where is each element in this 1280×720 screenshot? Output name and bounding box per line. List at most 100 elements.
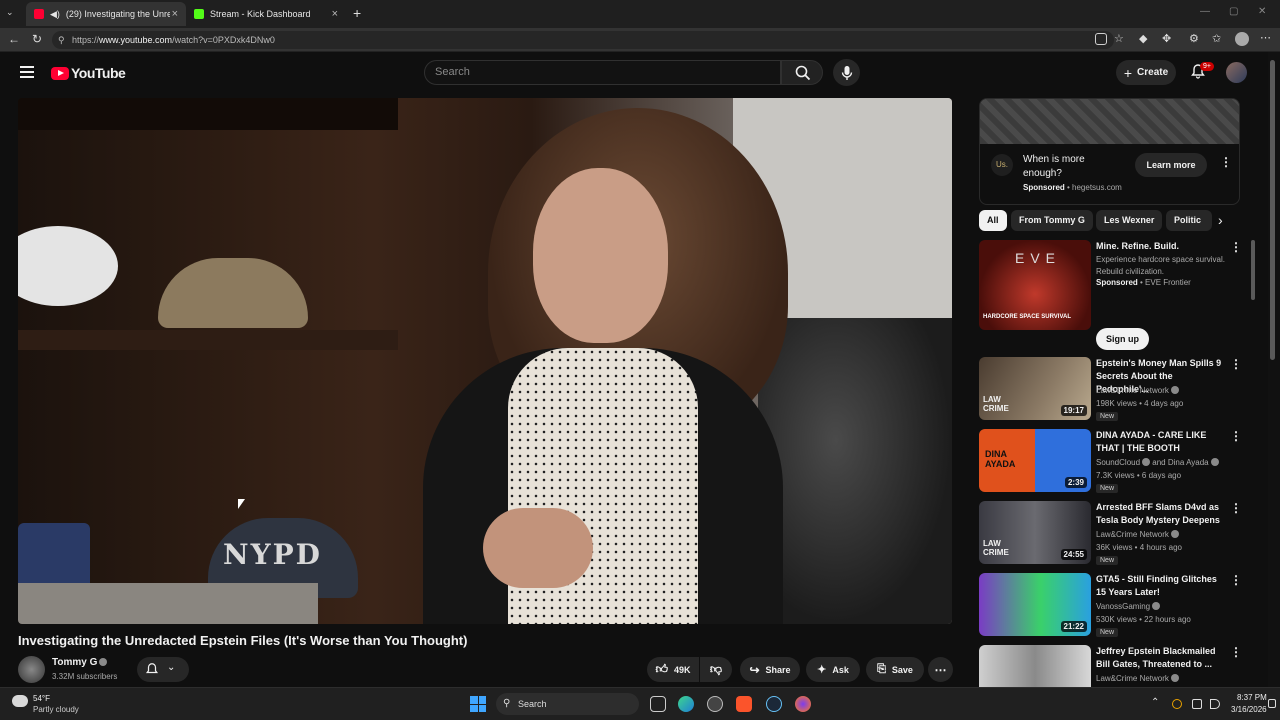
clock-time[interactable]: 8:37 PM bbox=[1237, 693, 1267, 702]
tab-list-dropdown[interactable]: ⌄ bbox=[6, 7, 14, 18]
verified-icon bbox=[1210, 458, 1219, 466]
rec-thumbnail[interactable]: 21:22 bbox=[979, 573, 1091, 636]
sponsored-line: Sponsored • EVE Frontier bbox=[1096, 278, 1191, 287]
browser-menu-icon[interactable]: ⋯ bbox=[1260, 31, 1271, 44]
chip-les-wexner[interactable]: Les Wexner bbox=[1096, 210, 1163, 231]
extensions-puzzle-icon[interactable]: ✥ bbox=[1162, 32, 1171, 45]
tray-overflow-chevron-icon[interactable]: ⌃ bbox=[1151, 697, 1159, 708]
sign-up-button[interactable]: Sign up bbox=[1096, 328, 1149, 350]
sidebar-scrollbar[interactable] bbox=[1251, 240, 1255, 300]
weather-description[interactable]: Partly cloudy bbox=[33, 705, 79, 714]
like-button[interactable]: 👍︎ 49K bbox=[647, 657, 699, 682]
menu-icon[interactable] bbox=[20, 66, 34, 78]
page-scrollbar-thumb[interactable] bbox=[1270, 60, 1275, 360]
start-button[interactable] bbox=[470, 696, 486, 712]
chip-all[interactable]: All bbox=[979, 210, 1007, 231]
site-info-icon[interactable]: ⚲ bbox=[58, 31, 65, 49]
create-button[interactable]: + Create bbox=[1116, 60, 1176, 85]
rec-more-icon[interactable]: ⋮ bbox=[1230, 645, 1242, 659]
steam-icon[interactable] bbox=[766, 696, 782, 712]
search-input[interactable]: Search bbox=[424, 60, 781, 85]
rec-more-icon[interactable]: ⋮ bbox=[1230, 429, 1242, 443]
minimize-icon[interactable]: — bbox=[1200, 6, 1210, 17]
browser-tab-kick[interactable]: Stream - Kick Dashboard × bbox=[186, 2, 346, 26]
weather-temperature[interactable]: 54°F bbox=[33, 694, 50, 703]
ad-sponsor-line: Sponsored • hegetsus.com bbox=[1023, 183, 1122, 192]
extension-icon[interactable]: ◆ bbox=[1139, 32, 1147, 45]
taskbar-search[interactable]: ⚲ Search bbox=[496, 693, 639, 715]
verified-icon bbox=[1142, 458, 1151, 466]
rec-meta: 198K views • 4 days ago bbox=[1096, 399, 1184, 408]
reload-icon[interactable]: ↻ bbox=[32, 32, 42, 46]
close-window-icon[interactable]: ✕ bbox=[1258, 6, 1266, 17]
thumbnail-text: LAW CRIME bbox=[983, 539, 1009, 557]
url-field[interactable]: ⚲ https://www.youtube.com/watch?v=0PXDxk… bbox=[52, 31, 1114, 49]
learn-more-button[interactable]: Learn more bbox=[1135, 153, 1207, 177]
display-tray-icon[interactable] bbox=[1192, 699, 1202, 709]
sponsored-thumbnail[interactable]: EVE HARDCORE SPACE SURVIVAL bbox=[979, 240, 1091, 330]
close-tab-icon[interactable]: × bbox=[172, 8, 178, 20]
url-host: www.youtube.com bbox=[99, 35, 173, 45]
video-scene-cap bbox=[158, 258, 308, 328]
rec-thumbnail[interactable]: DINA AYADA 2:39 bbox=[979, 429, 1091, 492]
close-tab-icon[interactable]: × bbox=[332, 8, 338, 20]
rec-thumbnail[interactable]: LAW CRIME 19:17 bbox=[979, 357, 1091, 420]
rec-thumbnail[interactable]: LAW CRIME 24:55 bbox=[979, 501, 1091, 564]
rec-thumbnail[interactable] bbox=[979, 645, 1091, 687]
chips-next-arrow-icon[interactable]: › bbox=[1218, 212, 1223, 228]
security-icon[interactable]: ⚙ bbox=[1189, 32, 1199, 45]
audio-icon[interactable]: ◀) bbox=[50, 9, 60, 20]
rec-more-icon[interactable]: ⋮ bbox=[1230, 357, 1242, 371]
brave-browser-icon[interactable] bbox=[736, 696, 752, 712]
thumbnail-text: DINA AYADA bbox=[985, 449, 1016, 469]
more-actions-button[interactable]: ⋯ bbox=[928, 657, 953, 682]
weather-cloud-icon[interactable] bbox=[12, 695, 28, 707]
profile-icon[interactable] bbox=[1235, 32, 1249, 46]
notification-count-badge: 9+ bbox=[1200, 62, 1214, 71]
dislike-button[interactable]: 👎︎ bbox=[700, 657, 732, 682]
rec-title[interactable]: Arrested BFF Slams D4vd as Tesla Body My… bbox=[1096, 501, 1226, 527]
maximize-icon[interactable]: ▢ bbox=[1229, 6, 1238, 17]
volume-tray-icon[interactable] bbox=[1210, 699, 1220, 709]
search-button[interactable] bbox=[781, 60, 823, 85]
rec-title[interactable]: GTA5 - Still Finding Glitches 15 Years L… bbox=[1096, 573, 1226, 599]
back-icon[interactable]: ← bbox=[8, 32, 20, 46]
rec-title[interactable]: DINA AYADA - CARE LIKE THAT | THE BOOTH bbox=[1096, 429, 1226, 455]
subscription-bell-button[interactable]: ⌄ bbox=[137, 657, 189, 682]
video-player[interactable]: NYPD bbox=[18, 98, 952, 624]
chip-politics[interactable]: Politic bbox=[1166, 210, 1212, 231]
channel-avatar[interactable] bbox=[18, 656, 45, 683]
share-button[interactable]: ↪ Share bbox=[740, 657, 800, 682]
favorite-star-icon[interactable]: ☆ bbox=[1114, 32, 1124, 45]
firefox-icon[interactable] bbox=[795, 696, 811, 712]
video-scene-shelf-top bbox=[18, 98, 398, 130]
task-view-icon[interactable] bbox=[650, 696, 666, 712]
channel-name[interactable]: Tommy G bbox=[52, 657, 108, 668]
notification-center-icon[interactable] bbox=[1268, 699, 1276, 708]
app-icon[interactable] bbox=[707, 696, 723, 712]
chip-from-tommy-g[interactable]: From Tommy G bbox=[1011, 210, 1093, 231]
clock-date[interactable]: 3/16/2026 bbox=[1231, 705, 1267, 714]
youtube-logo[interactable]: YouTube bbox=[51, 65, 126, 81]
new-badge: New bbox=[1096, 412, 1119, 421]
sponsored-title[interactable]: Mine. Refine. Build. bbox=[1096, 240, 1226, 253]
rec-title[interactable]: Jeffrey Epstein Blackmailed Bill Gates, … bbox=[1096, 645, 1226, 671]
ad-title[interactable]: When is more enough? bbox=[1023, 153, 1113, 181]
microphone-tray-icon[interactable] bbox=[1172, 699, 1182, 709]
video-scene-cap-text: NYPD bbox=[223, 538, 322, 571]
browser-tab-youtube[interactable]: ◀) (29) Investigating the Unredac × bbox=[26, 2, 186, 26]
sponsored-more-icon[interactable]: ⋮ bbox=[1230, 240, 1242, 254]
ad-card[interactable]: Us. When is more enough? Sponsored • heg… bbox=[979, 98, 1240, 205]
youtube-wordmark: YouTube bbox=[71, 65, 126, 81]
edge-browser-icon[interactable] bbox=[678, 696, 694, 712]
new-tab-button[interactable]: + bbox=[353, 5, 361, 21]
rec-more-icon[interactable]: ⋮ bbox=[1230, 573, 1242, 587]
rec-more-icon[interactable]: ⋮ bbox=[1230, 501, 1242, 515]
voice-search-button[interactable] bbox=[833, 59, 860, 86]
ad-more-icon[interactable]: ⋮ bbox=[1220, 155, 1232, 169]
save-button[interactable]: ⎘ Save bbox=[866, 657, 924, 682]
split-view-icon[interactable] bbox=[1095, 33, 1107, 45]
ask-button[interactable]: ✦ Ask bbox=[806, 657, 860, 682]
account-avatar[interactable] bbox=[1226, 62, 1247, 83]
favorites-icon[interactable]: ✩ bbox=[1212, 32, 1221, 45]
